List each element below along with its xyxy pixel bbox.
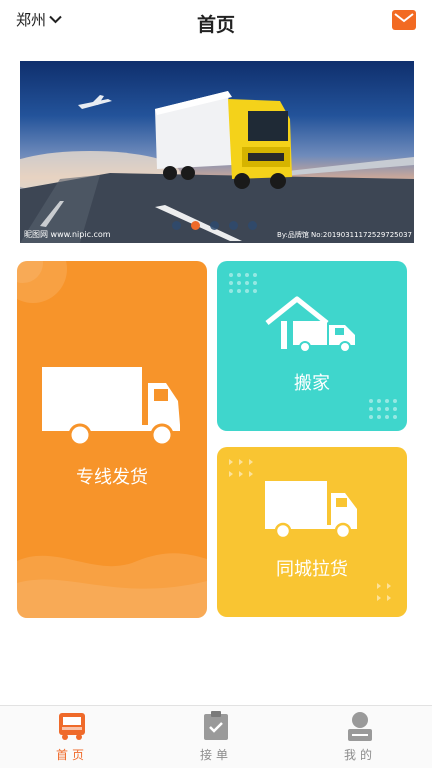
mail-icon[interactable] xyxy=(392,10,416,30)
house-truck-icon xyxy=(265,296,355,353)
same-city-freight-card[interactable]: 同城拉货 xyxy=(217,447,407,617)
watermark-right: By:品牌馆 No:20190311172529725037 xyxy=(277,231,412,239)
tab-home-label: 首页 xyxy=(55,748,88,762)
truck-icon xyxy=(59,713,85,740)
tab-orders-label: 接单 xyxy=(199,748,232,762)
banner-image xyxy=(20,91,414,243)
truck-icon xyxy=(42,367,180,447)
tab-mine-label: 我的 xyxy=(343,748,376,762)
carousel-dot-1[interactable] xyxy=(172,221,181,230)
tab-mine[interactable]: 我的 xyxy=(300,706,420,768)
moving-label: 搬家 xyxy=(294,373,330,394)
same-city-freight-label: 同城拉货 xyxy=(276,559,348,580)
page-title: 首页 xyxy=(196,14,235,36)
carousel-dot-3[interactable] xyxy=(210,221,219,230)
bottom-tab-bar: 首页 接单 我的 xyxy=(0,705,432,768)
carousel-dot-2[interactable] xyxy=(191,221,200,230)
tab-orders[interactable]: 接单 xyxy=(156,706,276,768)
watermark-left: 昵图网 www.nipic.com xyxy=(24,230,111,239)
carousel-dot-5[interactable] xyxy=(248,221,257,230)
delivery-truck-icon xyxy=(265,481,357,539)
dedicated-line-shipping-card[interactable]: 专线发货 xyxy=(17,261,207,618)
carousel-dot-4[interactable] xyxy=(229,221,238,230)
carousel-indicators xyxy=(172,221,257,230)
promo-banner[interactable]: 昵图网 www.nipic.com By:品牌馆 No:201903111725… xyxy=(20,61,414,243)
clipboard-check-icon xyxy=(204,711,228,740)
user-icon xyxy=(348,712,372,741)
dedicated-line-shipping-label: 专线发货 xyxy=(76,467,148,488)
top-bar: 郑州 首页 xyxy=(0,0,432,46)
moving-card[interactable]: 搬家 xyxy=(217,261,407,431)
tab-home[interactable]: 首页 xyxy=(12,706,132,768)
